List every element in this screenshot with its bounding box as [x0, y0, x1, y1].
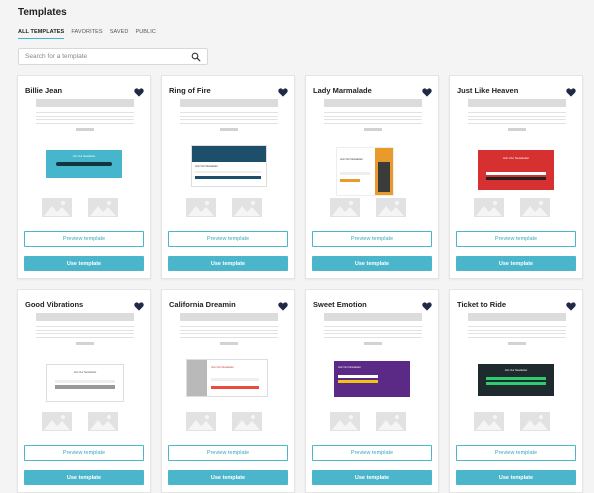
template-thumbnail [324, 99, 422, 131]
image-placeholder-icon [330, 412, 360, 431]
template-title: Just Like Heaven [457, 86, 519, 95]
image-placeholder-icon [376, 198, 406, 217]
newsletter-heading: Join Our Newsletter [502, 156, 530, 160]
newsletter-preview: Join Our Newsletter [46, 150, 122, 178]
preview-template-button[interactable]: Preview template [312, 231, 432, 247]
image-placeholder-icon [186, 412, 216, 431]
newsletter-heading: Join Our Newsletter [211, 366, 234, 369]
use-template-button[interactable]: Use template [312, 256, 432, 271]
template-thumbnail [324, 313, 422, 345]
image-placeholder-icon [88, 198, 118, 217]
image-placeholder-icon [186, 198, 216, 217]
newsletter-heading: Join Our Newsletter [73, 371, 97, 374]
newsletter-heading: Join Our Newsletter [72, 155, 96, 158]
preview-template-button[interactable]: Preview template [24, 231, 144, 247]
use-template-button[interactable]: Use template [24, 256, 144, 271]
use-template-button[interactable]: Use template [168, 256, 288, 271]
template-title: Ring of Fire [169, 86, 211, 95]
template-thumbnail [468, 99, 566, 131]
tab-saved[interactable]: SAVED [110, 29, 129, 39]
template-title: Lady Marmalade [313, 86, 372, 95]
template-title: Ticket to Ride [457, 300, 507, 309]
template-title: California Dreamin [169, 300, 236, 309]
heart-icon[interactable] [422, 84, 432, 97]
template-thumbnail [36, 313, 134, 345]
image-placeholder-icon [520, 412, 550, 431]
image-placeholder-icon [474, 412, 504, 431]
search-box [18, 48, 208, 65]
newsletter-preview: Join Our Newsletter [186, 359, 268, 397]
heart-icon[interactable] [278, 298, 288, 311]
image-placeholder-icon [232, 198, 262, 217]
template-title: Billie Jean [25, 86, 63, 95]
search-icon[interactable] [191, 52, 201, 62]
heart-icon[interactable] [134, 298, 144, 311]
newsletter-heading: Join Our Newsletter [195, 165, 218, 168]
page-title: Templates [18, 7, 67, 18]
tab-favorites[interactable]: FAVORITES [71, 29, 102, 39]
image-placeholder-icon [330, 198, 360, 217]
template-thumbnail [180, 313, 278, 345]
preview-template-button[interactable]: Preview template [456, 445, 576, 461]
template-card[interactable]: Just Like Heaven Join Our Newsletter Previ… [449, 75, 583, 279]
template-thumbnail [468, 313, 566, 345]
use-template-button[interactable]: Use template [168, 470, 288, 485]
preview-template-button[interactable]: Preview template [168, 445, 288, 461]
search-input[interactable] [25, 51, 185, 62]
preview-template-button[interactable]: Preview template [312, 445, 432, 461]
heart-icon[interactable] [566, 298, 576, 311]
tab-public[interactable]: PUBLIC [135, 29, 155, 39]
image-placeholder-icon [42, 198, 72, 217]
image-placeholder-icon [88, 412, 118, 431]
template-card[interactable]: Good Vibrations Join Our Newsletter Previe… [17, 289, 151, 493]
newsletter-heading: Join Our Newsletter [338, 366, 361, 369]
heart-icon[interactable] [134, 84, 144, 97]
use-template-button[interactable]: Use template [456, 256, 576, 271]
heart-icon[interactable] [422, 298, 432, 311]
newsletter-heading: Join Our Newsletter [504, 369, 528, 372]
tab-bar: ALL TEMPLATES FAVORITES SAVED PUBLIC [18, 29, 156, 39]
template-title: Good Vibrations [25, 300, 84, 309]
newsletter-preview: Join Our Newsletter [478, 364, 554, 396]
newsletter-preview: Join Our Newsletter [478, 150, 554, 190]
image-placeholder-icon [232, 412, 262, 431]
preview-template-button[interactable]: Preview template [168, 231, 288, 247]
newsletter-preview: Join Our Newsletter [334, 361, 410, 397]
tab-all-templates[interactable]: ALL TEMPLATES [18, 29, 65, 39]
use-template-button[interactable]: Use template [24, 470, 144, 485]
image-placeholder-icon [520, 198, 550, 217]
template-thumbnail [36, 99, 134, 131]
heart-icon[interactable] [566, 84, 576, 97]
newsletter-preview: Join Our Newsletter [46, 364, 124, 402]
template-thumbnail [180, 99, 278, 131]
image-placeholder-icon [42, 412, 72, 431]
template-title: Sweet Emotion [313, 300, 367, 309]
template-card[interactable]: Billie Jean Join Our Newsletter Preview te… [17, 75, 151, 279]
template-card[interactable]: California Dreamin Join Our Newsletter Pre… [161, 289, 295, 493]
use-template-button[interactable]: Use template [312, 470, 432, 485]
image-placeholder-icon [376, 412, 406, 431]
heart-icon[interactable] [278, 84, 288, 97]
template-card[interactable]: Ring of Fire Join Our Newsletter Preview t… [161, 75, 295, 279]
template-card[interactable]: Ticket to Ride Join Our Newsletter Preview… [449, 289, 583, 493]
newsletter-preview: Join Our Newsletter [336, 147, 394, 196]
newsletter-preview: Join Our Newsletter [191, 145, 267, 187]
preview-template-button[interactable]: Preview template [24, 445, 144, 461]
use-template-button[interactable]: Use template [456, 470, 576, 485]
template-card[interactable]: Lady Marmalade Join Our Newsletter Preview… [305, 75, 439, 279]
image-placeholder-icon [474, 198, 504, 217]
preview-template-button[interactable]: Preview template [456, 231, 576, 247]
newsletter-heading: Join Our Newsletter [340, 158, 363, 161]
template-card[interactable]: Sweet Emotion Join Our Newsletter Preview … [305, 289, 439, 493]
